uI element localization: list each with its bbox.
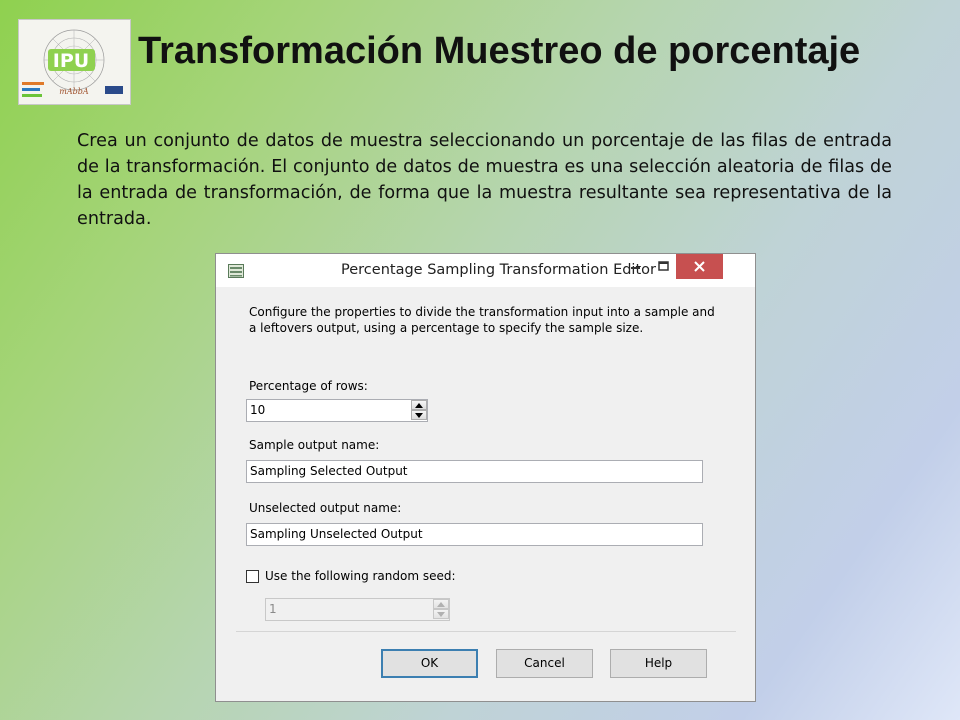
random-seed-label[interactable]: Use the following random seed: xyxy=(265,569,456,583)
unselected-output-label: Unselected output name: xyxy=(249,501,402,515)
random-seed-input[interactable]: 1 xyxy=(265,598,450,621)
percentage-increment-button[interactable] xyxy=(411,400,427,410)
ipu-logo: IPU mAbbA xyxy=(18,19,131,105)
sample-output-label: Sample output name: xyxy=(249,438,380,452)
cancel-button[interactable]: Cancel xyxy=(496,649,593,678)
random-seed-checkbox[interactable] xyxy=(246,570,259,583)
help-button[interactable]: Help xyxy=(610,649,707,678)
close-icon xyxy=(694,261,705,272)
minimize-button[interactable] xyxy=(622,254,650,279)
close-button[interactable] xyxy=(676,254,723,279)
svg-text:mAbbA: mAbbA xyxy=(59,87,89,96)
slide-body-text: Crea un conjunto de datos de muestra sel… xyxy=(77,131,892,229)
dialog-titlebar[interactable]: Percentage Sampling Transformation Edito… xyxy=(216,254,755,287)
dialog-description: Configure the properties to divide the t… xyxy=(249,305,715,335)
unselected-output-input[interactable]: Sampling Unselected Output xyxy=(246,523,703,546)
percentage-input[interactable]: 10 xyxy=(246,399,428,422)
sample-output-input[interactable]: Sampling Selected Output xyxy=(246,460,703,483)
percentage-sampling-editor-dialog: Percentage Sampling Transformation Edito… xyxy=(215,253,756,702)
seed-decrement-button[interactable] xyxy=(433,609,449,619)
maximize-button[interactable] xyxy=(650,254,678,279)
random-seed-stepper[interactable] xyxy=(433,599,449,620)
percentage-label: Percentage of rows: xyxy=(249,379,368,393)
percentage-stepper[interactable] xyxy=(411,400,427,421)
ok-button[interactable]: OK xyxy=(381,649,478,678)
percentage-decrement-button[interactable] xyxy=(411,410,427,420)
button-separator xyxy=(236,631,736,632)
slide-title: Transformación Muestreo de porcentaje xyxy=(138,30,861,72)
seed-increment-button[interactable] xyxy=(433,599,449,609)
svg-text:IPU: IPU xyxy=(53,50,89,72)
